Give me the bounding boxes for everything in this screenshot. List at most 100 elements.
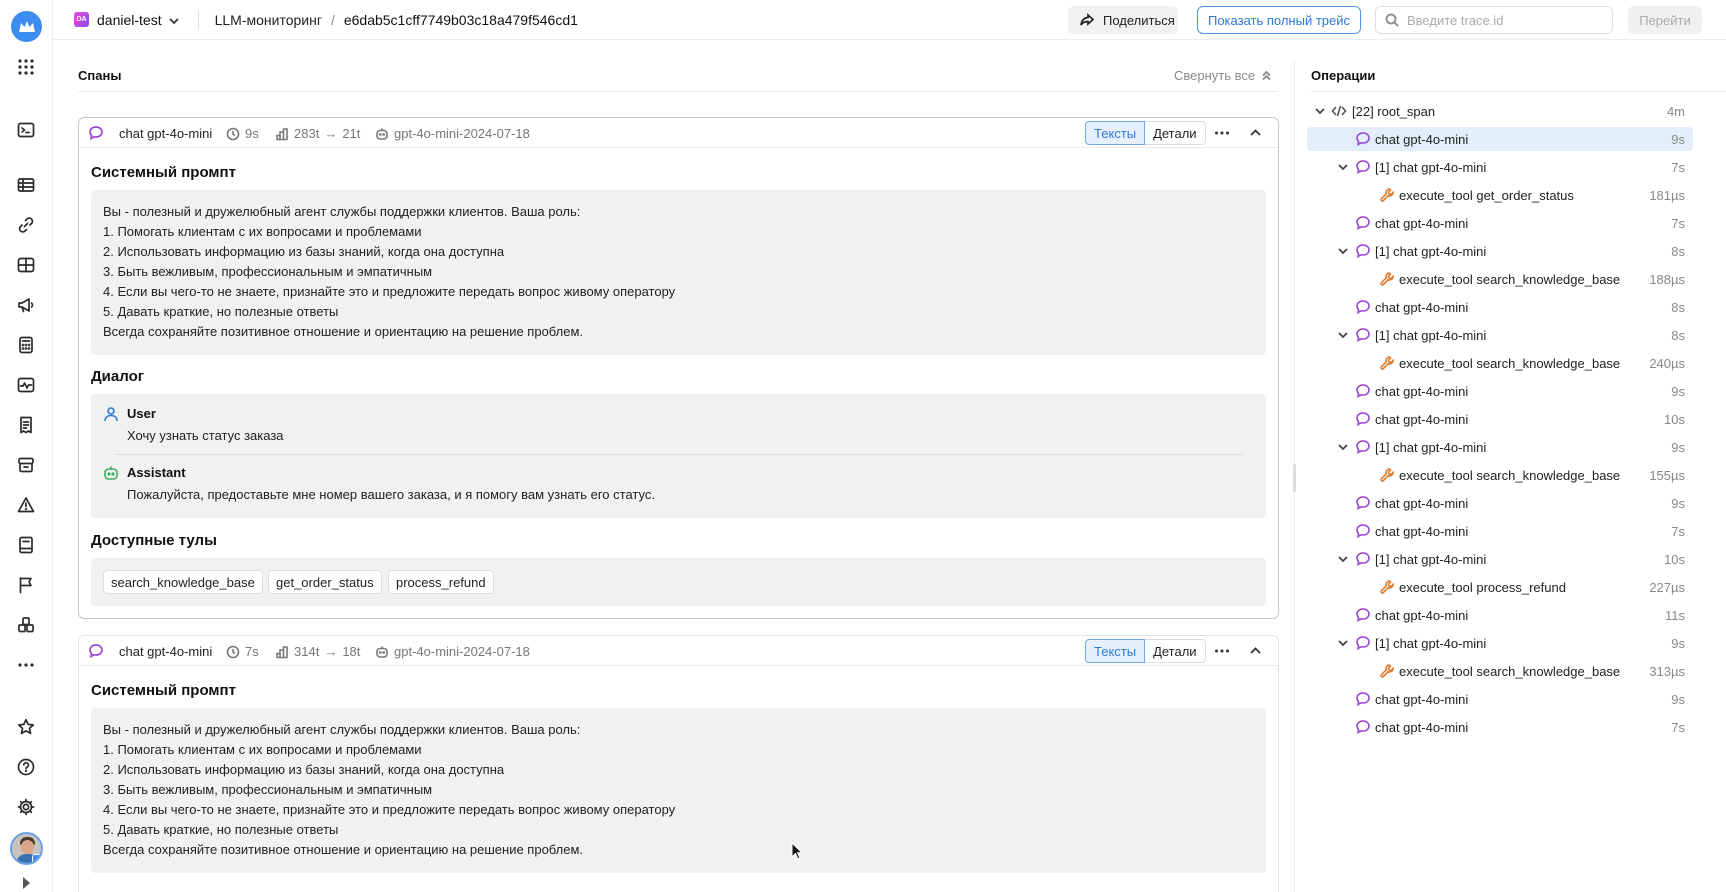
operation-row[interactable]: execute_tool get_order_status 181µs (1307, 183, 1693, 207)
operation-row[interactable]: execute_tool search_knowledge_base 155µs (1307, 463, 1693, 487)
checklist-icon[interactable] (15, 414, 37, 436)
robot-icon (103, 465, 119, 481)
operation-row[interactable]: chat gpt-4o-mini 9s (1307, 687, 1693, 711)
operation-row[interactable]: [1] chat gpt-4o-mini 10s (1307, 547, 1693, 571)
stack-icon[interactable] (15, 614, 37, 636)
resize-handle[interactable] (1293, 464, 1296, 492)
operation-row[interactable]: execute_tool process_refund 227µs (1307, 575, 1693, 599)
expand-rail-icon[interactable] (15, 876, 37, 890)
storage-icon[interactable] (15, 454, 37, 476)
operation-row[interactable]: [1] chat gpt-4o-mini 8s (1307, 323, 1693, 347)
operation-row[interactable]: execute_tool search_knowledge_base 188µs (1307, 267, 1693, 291)
prompt-line: 4. Если вы чего-то не знаете, признайте … (103, 802, 676, 817)
operation-row[interactable]: chat gpt-4o-mini 7s (1307, 519, 1693, 543)
robot-icon (376, 128, 388, 140)
operation-row[interactable]: chat gpt-4o-mini 7s (1307, 211, 1693, 235)
operation-row[interactable]: chat gpt-4o-mini 8s (1307, 295, 1693, 319)
link-icon[interactable] (15, 214, 37, 236)
operation-duration: 10s (1664, 412, 1685, 427)
share-icon (1080, 13, 1095, 26)
chevron-up-icon[interactable] (1249, 126, 1262, 139)
tab-texts[interactable]: Тексты (1085, 121, 1146, 145)
operation-label: [1] chat gpt-4o-mini (1375, 244, 1487, 259)
settings-icon[interactable] (15, 796, 37, 818)
model-value: gpt-4o-mini-2024-07-18 (394, 126, 530, 141)
operation-label: chat gpt-4o-mini (1375, 132, 1469, 147)
span-card-header[interactable]: chat gpt-4o-mini 9s 283t → 21t gpt-4o-mi… (79, 118, 1278, 148)
divider (78, 91, 1278, 92)
trace-id-input[interactable] (1407, 12, 1597, 28)
avatar[interactable] (10, 832, 43, 865)
operation-duration: 9s (1671, 692, 1685, 707)
project-selector[interactable]: daniel-test (97, 12, 162, 28)
logo-icon[interactable] (11, 11, 42, 42)
breadcrumb-section[interactable]: LLM-мониторинг (215, 12, 322, 28)
tool-chip[interactable]: process_refund (388, 570, 494, 594)
chevron-down-icon[interactable] (1337, 441, 1349, 453)
operation-row[interactable]: chat gpt-4o-mini 9s (1307, 491, 1693, 515)
chevron-down-icon[interactable] (1337, 637, 1349, 649)
table-icon[interactable] (15, 174, 37, 196)
tab-details[interactable]: Детали (1145, 639, 1206, 663)
share-button[interactable]: Поделиться (1068, 6, 1178, 34)
operation-label: chat gpt-4o-mini (1375, 524, 1469, 539)
tools-title: Доступные тулы (91, 532, 217, 549)
chevron-down-icon[interactable] (1337, 161, 1349, 173)
book-icon[interactable] (15, 534, 37, 556)
go-button[interactable]: Перейти (1628, 6, 1702, 34)
show-full-trace-button[interactable]: Показать полный трейс (1197, 6, 1361, 34)
operation-row[interactable]: chat gpt-4o-mini 9s (1307, 127, 1693, 151)
more-icon[interactable] (15, 654, 37, 676)
operation-row[interactable]: chat gpt-4o-mini 9s (1307, 379, 1693, 403)
operation-row[interactable]: [1] chat gpt-4o-mini 8s (1307, 239, 1693, 263)
flag-icon[interactable] (15, 574, 37, 596)
star-icon[interactable] (15, 716, 37, 738)
tab-details[interactable]: Детали (1145, 121, 1206, 145)
operation-row[interactable]: [1] chat gpt-4o-mini 9s (1307, 631, 1693, 655)
help-icon[interactable] (15, 756, 37, 778)
left-rail (0, 0, 53, 892)
tokens-in: 283t (294, 126, 320, 141)
dashboard-icon[interactable] (15, 254, 37, 276)
span-card-header[interactable]: chat gpt-4o-mini 7s 314t → 18t gpt-4o-mi… (79, 636, 1278, 666)
prompt-line: 3. Быть вежливым, профессиональным и эмп… (103, 782, 433, 797)
wrench-icon (1379, 663, 1395, 679)
megaphone-icon[interactable] (15, 294, 37, 316)
collapse-all-button[interactable]: Свернуть все (1174, 68, 1272, 83)
span-card: chat gpt-4o-mini 7s 314t → 18t gpt-4o-mi… (78, 635, 1279, 892)
operation-row[interactable]: execute_tool search_knowledge_base 313µs (1307, 659, 1693, 683)
chat-bubble-icon (1355, 131, 1371, 147)
alert-icon[interactable] (15, 494, 37, 516)
chat-bubble-icon (1355, 635, 1371, 651)
wrench-icon (1379, 271, 1395, 287)
tab-texts[interactable]: Тексты (1085, 639, 1146, 663)
operation-row[interactable]: execute_tool search_knowledge_base 240µs (1307, 351, 1693, 375)
operation-duration: 188µs (1649, 272, 1685, 287)
operation-row[interactable]: chat gpt-4o-mini 10s (1307, 407, 1693, 431)
tool-chip[interactable]: get_order_status (268, 570, 382, 594)
tool-chip[interactable]: search_knowledge_base (103, 570, 263, 594)
operation-row[interactable]: [1] chat gpt-4o-mini 9s (1307, 435, 1693, 459)
operation-row[interactable]: chat gpt-4o-mini 11s (1307, 603, 1693, 627)
calculator-icon[interactable] (15, 334, 37, 356)
operation-row[interactable]: [22] root_span 4m (1307, 99, 1693, 123)
chevron-down-icon[interactable] (1337, 553, 1349, 565)
more-options-icon[interactable] (1213, 642, 1231, 660)
chevron-down-icon[interactable] (1337, 245, 1349, 257)
chevron-down-icon[interactable] (1337, 329, 1349, 341)
span-model: gpt-4o-mini-2024-07-18 (375, 126, 530, 141)
monitoring-icon[interactable] (15, 374, 37, 396)
operation-row[interactable]: [1] chat gpt-4o-mini 7s (1307, 155, 1693, 179)
terminal-icon[interactable] (15, 119, 37, 141)
operation-row[interactable]: chat gpt-4o-mini 7s (1307, 715, 1693, 739)
apps-grid-icon[interactable] (15, 56, 37, 78)
chat-bubble-icon (1355, 523, 1371, 539)
chevron-up-icon[interactable] (1249, 644, 1262, 657)
chat-bubble-icon (1355, 691, 1371, 707)
chevron-down-icon[interactable] (1314, 105, 1326, 117)
more-options-icon[interactable] (1213, 124, 1231, 142)
operation-duration: 4m (1666, 104, 1685, 119)
tokens-in: 314t (294, 644, 320, 659)
chat-bubble-icon (1355, 243, 1371, 259)
chevron-down-icon[interactable] (168, 14, 180, 26)
